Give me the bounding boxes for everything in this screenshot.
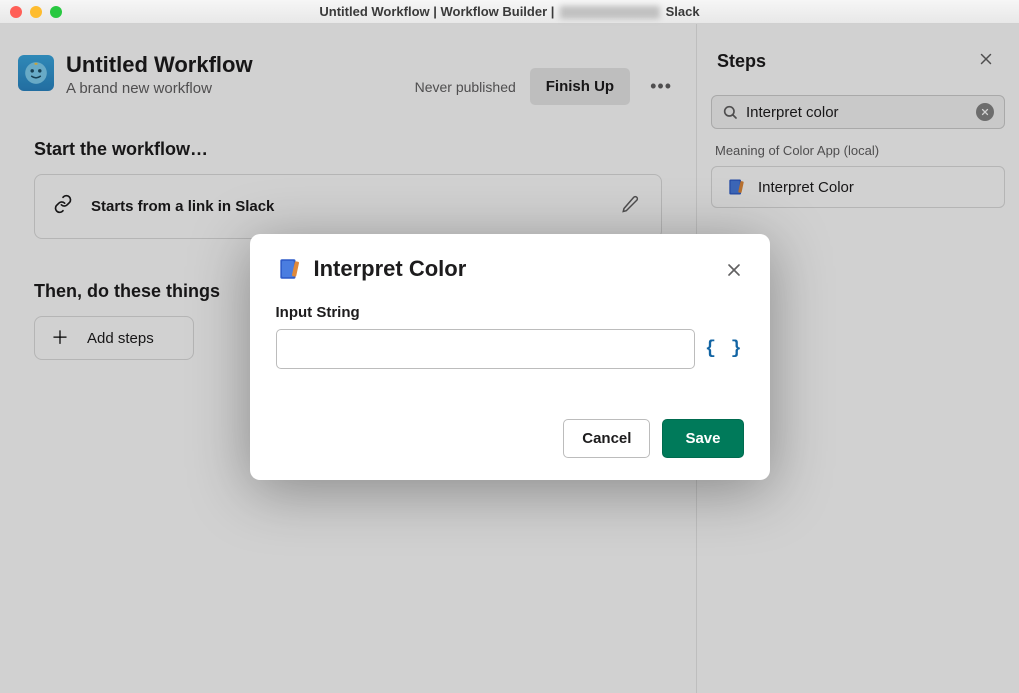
window-title: Untitled Workflow | Workflow Builder | S…	[319, 4, 699, 19]
input-string-label: Input String	[276, 304, 744, 321]
modal-close-button[interactable]	[720, 256, 748, 289]
cancel-button[interactable]: Cancel	[563, 419, 650, 458]
close-window-button[interactable]	[10, 6, 22, 18]
workspace-name-redacted	[560, 6, 660, 19]
interpret-color-modal: Interpret Color Input String { } Cancel …	[250, 234, 770, 480]
window-title-suffix: Slack	[666, 4, 700, 19]
input-string-field[interactable]	[276, 329, 696, 369]
book-icon	[276, 256, 302, 282]
close-icon	[724, 260, 744, 280]
window-title-prefix: Untitled Workflow | Workflow Builder |	[319, 4, 554, 19]
modal-title: Interpret Color	[314, 256, 467, 282]
save-button[interactable]: Save	[662, 419, 743, 458]
insert-variable-button[interactable]: { }	[705, 339, 743, 359]
traffic-lights	[10, 6, 62, 18]
modal-backdrop[interactable]: Interpret Color Input String { } Cancel …	[0, 24, 1019, 693]
maximize-window-button[interactable]	[50, 6, 62, 18]
window-titlebar: Untitled Workflow | Workflow Builder | S…	[0, 0, 1019, 24]
minimize-window-button[interactable]	[30, 6, 42, 18]
